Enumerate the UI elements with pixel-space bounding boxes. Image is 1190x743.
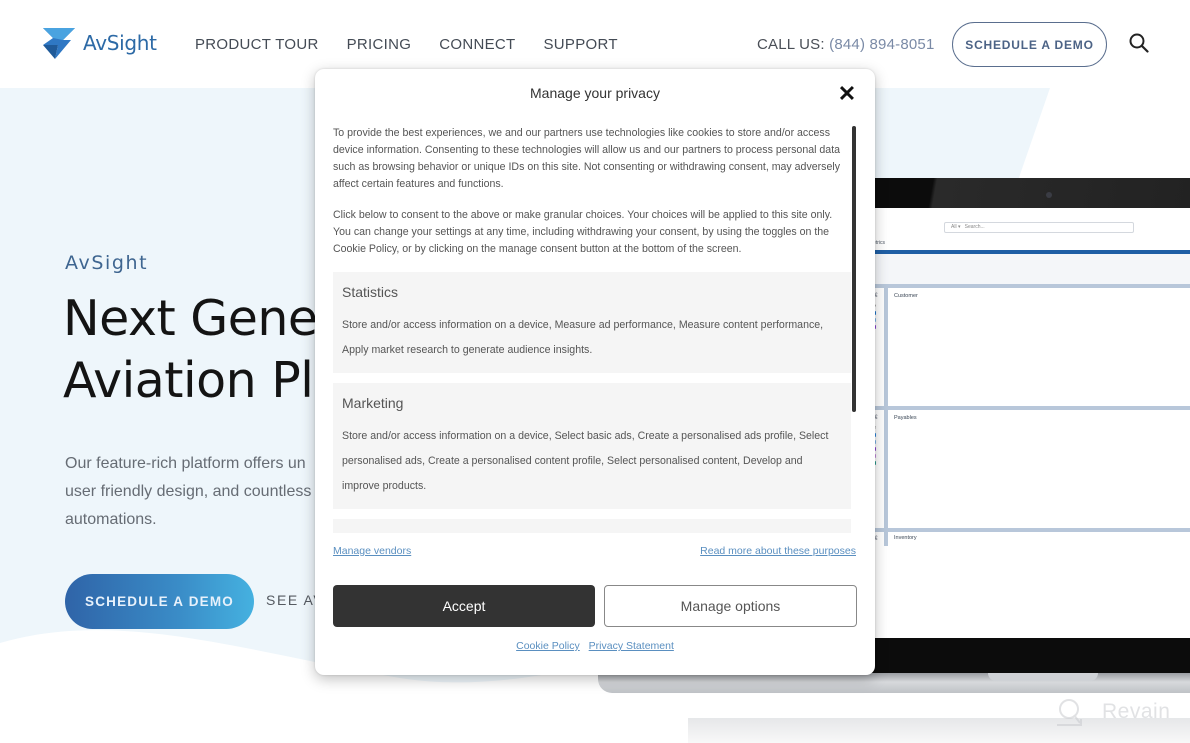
hero-eyebrow: AvSight: [65, 252, 149, 274]
modal-consent-paragraph: Click below to consent to the above or m…: [333, 209, 833, 255]
avsight-logo-icon: [43, 28, 75, 59]
customer-card: Customer: [888, 288, 1190, 406]
purpose-marketing: Marketing Store and/or access informatio…: [333, 383, 851, 509]
inventory-card: Inventory: [888, 532, 1190, 546]
watermark: Revain: [1054, 697, 1170, 727]
cookie-policy-link[interactable]: Cookie Policy: [516, 640, 580, 652]
hero-headline-line2: Aviation Pla: [63, 352, 343, 409]
card-title: Customer: [894, 293, 918, 299]
hero-headline-line1: Next Gener: [63, 290, 338, 347]
modal-scrollbar[interactable]: [852, 126, 856, 412]
header-schedule-demo-button[interactable]: SCHEDULE A DEMO: [952, 22, 1107, 67]
purpose-next-partial: [333, 519, 851, 533]
payables-card: Payables: [888, 410, 1190, 528]
phone-link[interactable]: (844) 894-8051: [829, 36, 934, 53]
watermark-text: Revain: [1102, 700, 1171, 723]
search-icon[interactable]: [1128, 32, 1150, 54]
revain-logo-icon: [1057, 699, 1082, 726]
modal-link-row: Manage vendors Read more about these pur…: [333, 545, 856, 557]
hero-headline: Next Gener Aviation Pla: [63, 288, 343, 412]
main-nav: PRODUCT TOUR PRICING CONNECT SUPPORT: [195, 36, 646, 53]
privacy-statement-link[interactable]: Privacy Statement: [589, 640, 674, 652]
call-us: CALL US: (844) 894-8051: [757, 36, 935, 53]
accept-button[interactable]: Accept: [333, 585, 595, 627]
read-more-purposes-link[interactable]: Read more about these purposes: [700, 545, 856, 557]
app-search-input: All ▾ Search...: [944, 222, 1134, 233]
hero-lead-line2: user friendly design, and countless: [65, 483, 312, 500]
purpose-title: Statistics: [342, 284, 399, 300]
hero-schedule-demo-button[interactable]: SCHEDULE A DEMO: [65, 574, 254, 629]
app-search-scope: All ▾: [951, 224, 961, 230]
purpose-statistics: Statistics Store and/or access informati…: [333, 272, 851, 373]
card-title: Inventory: [894, 535, 917, 541]
laptop-notch: [988, 673, 1098, 681]
modal-title: Manage your privacy: [530, 85, 660, 101]
brand-name: AvSight: [83, 31, 157, 55]
privacy-modal: Manage your privacy ✕ To provide the bes…: [315, 69, 875, 675]
purpose-title: Marketing: [342, 395, 404, 411]
card-title: Payables: [894, 415, 917, 421]
page: AvSight PRODUCT TOUR PRICING CONNECT SUP…: [0, 0, 1190, 743]
app-search-placeholder: Search...: [964, 224, 985, 230]
manage-options-button[interactable]: Manage options: [604, 585, 857, 627]
laptop-base: [598, 673, 1190, 693]
manage-vendors-link[interactable]: Manage vendors: [333, 545, 411, 557]
close-icon[interactable]: ✕: [836, 83, 858, 105]
call-us-label: CALL US:: [757, 36, 825, 53]
nav-pricing[interactable]: PRICING: [347, 36, 412, 53]
modal-intro-paragraph: To provide the best experiences, we and …: [333, 127, 841, 190]
purpose-description: Store and/or access information on a dev…: [342, 319, 824, 356]
nav-product-tour[interactable]: PRODUCT TOUR: [195, 36, 319, 53]
modal-body[interactable]: To provide the best experiences, we and …: [333, 125, 853, 535]
purpose-description: Store and/or access information on a dev…: [342, 430, 829, 492]
brand-logo[interactable]: AvSight: [41, 26, 157, 60]
nav-support[interactable]: SUPPORT: [544, 36, 618, 53]
hero-lead-line1: Our feature-rich platform offers un: [65, 455, 306, 472]
nav-connect[interactable]: CONNECT: [439, 36, 515, 53]
modal-footer-links: Cookie Policy Privacy Statement: [315, 640, 875, 652]
laptop-camera: [1046, 192, 1052, 198]
hero-lead-line3: automations.: [65, 511, 157, 528]
